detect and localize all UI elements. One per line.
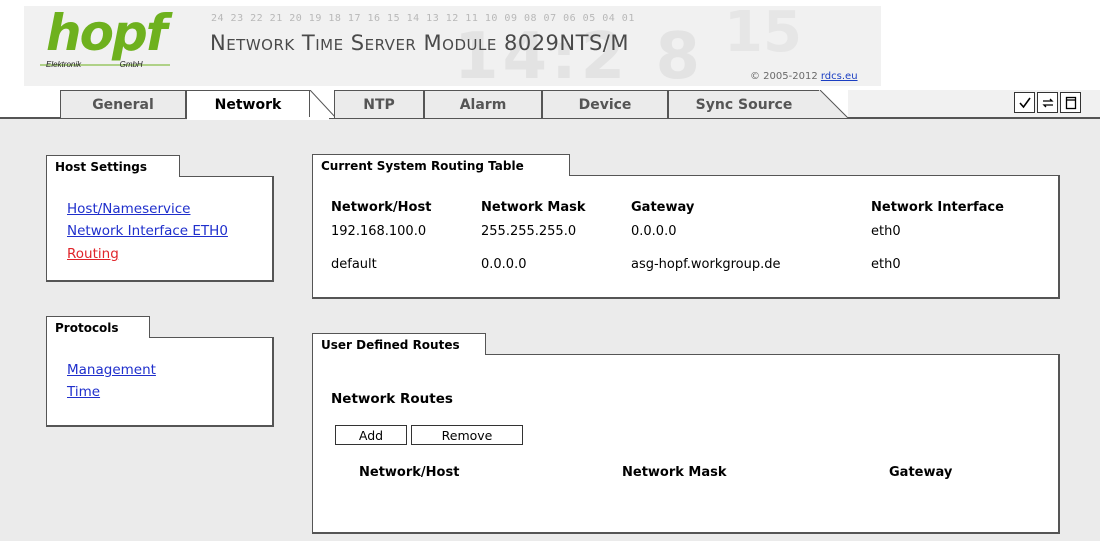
main-tab-bar: General Network NTP Alarm Device Sync So… (0, 86, 1100, 120)
copyright-text: © 2005-2012 (750, 71, 821, 82)
add-button[interactable]: Add (335, 425, 407, 445)
routing-col-network-interface: Network Interface (871, 200, 1004, 215)
protocols-panel: Management Time (46, 337, 274, 427)
refresh-icon[interactable] (1037, 92, 1058, 113)
header-banner: 14:2 8 15 hopf Elektronik GmbH 24 23 22 … (24, 6, 881, 86)
user-routes-col-network-mask: Network Mask (622, 465, 727, 480)
logo-wordmark: hopf (46, 6, 167, 62)
cell-network-host: 192.168.100.0 (331, 224, 427, 239)
digit-scale: 24 23 22 21 20 19 18 17 16 15 14 13 12 1… (211, 13, 635, 24)
background-digit-graphic: 15 (724, 6, 802, 65)
link-host-nameservice[interactable]: Host/Nameservice (67, 201, 190, 217)
routing-col-gateway: Gateway (631, 200, 695, 215)
user-routes-col-network-host: Network/Host (359, 465, 460, 480)
user-routes-panel: Network Routes Add Remove Network/Host N… (312, 354, 1060, 534)
cell-network-interface: eth0 (871, 257, 901, 272)
link-routing[interactable]: Routing (67, 246, 119, 262)
routing-table-panel: Network/Host Network Mask Gateway Networ… (312, 175, 1060, 299)
cell-network-host: default (331, 257, 377, 272)
toolbar-icon-group (1014, 92, 1081, 113)
host-settings-panel: Host/Nameservice Network Interface ETH0 … (46, 176, 274, 282)
routing-col-network-mask: Network Mask (481, 200, 586, 215)
tab-device[interactable]: Device (542, 90, 668, 118)
tab-ntp[interactable]: NTP (334, 90, 424, 118)
page-title: Network Time Server Module 8029NTS/M (210, 31, 629, 55)
copyright-link[interactable]: rdcs.eu (821, 71, 858, 82)
network-routes-heading: Network Routes (331, 391, 453, 407)
cell-gateway: 0.0.0.0 (631, 224, 677, 239)
link-management[interactable]: Management (67, 362, 156, 378)
logo-sub-right: GmbH (119, 60, 143, 69)
protocols-title: Protocols (46, 316, 150, 338)
user-routes-title: User Defined Routes (312, 333, 486, 355)
cell-gateway: asg-hopf.workgroup.de (631, 257, 781, 272)
user-routes-col-gateway: Gateway (889, 465, 953, 480)
cell-network-mask: 0.0.0.0 (481, 257, 527, 272)
host-settings-title: Host Settings (46, 155, 180, 177)
hopf-logo: hopf Elektronik GmbH (40, 6, 170, 72)
remove-button[interactable]: Remove (411, 425, 523, 445)
page-icon[interactable] (1060, 92, 1081, 113)
cell-network-mask: 255.255.255.0 (481, 224, 577, 239)
logo-subtitle: Elektronik GmbH (46, 60, 143, 69)
tab-alarm[interactable]: Alarm (424, 90, 542, 118)
routing-table-title: Current System Routing Table (312, 154, 570, 176)
cell-network-interface: eth0 (871, 224, 901, 239)
tab-end-slant (819, 90, 849, 118)
tab-network[interactable]: Network (186, 90, 329, 120)
tab-sync-source[interactable]: Sync Source (668, 90, 820, 118)
logo-sub-left: Elektronik (46, 60, 82, 69)
checkmark-icon[interactable] (1014, 92, 1035, 113)
tab-general[interactable]: General (60, 90, 186, 118)
page-header: 14:2 8 15 hopf Elektronik GmbH 24 23 22 … (0, 0, 1100, 86)
link-time[interactable]: Time (67, 384, 100, 400)
link-network-interface-eth0[interactable]: Network Interface ETH0 (67, 223, 228, 239)
content-area: Host Settings Host/Nameservice Network I… (0, 118, 1100, 541)
routing-col-network-host: Network/Host (331, 200, 432, 215)
copyright: © 2005-2012 rdcs.eu (750, 71, 858, 82)
